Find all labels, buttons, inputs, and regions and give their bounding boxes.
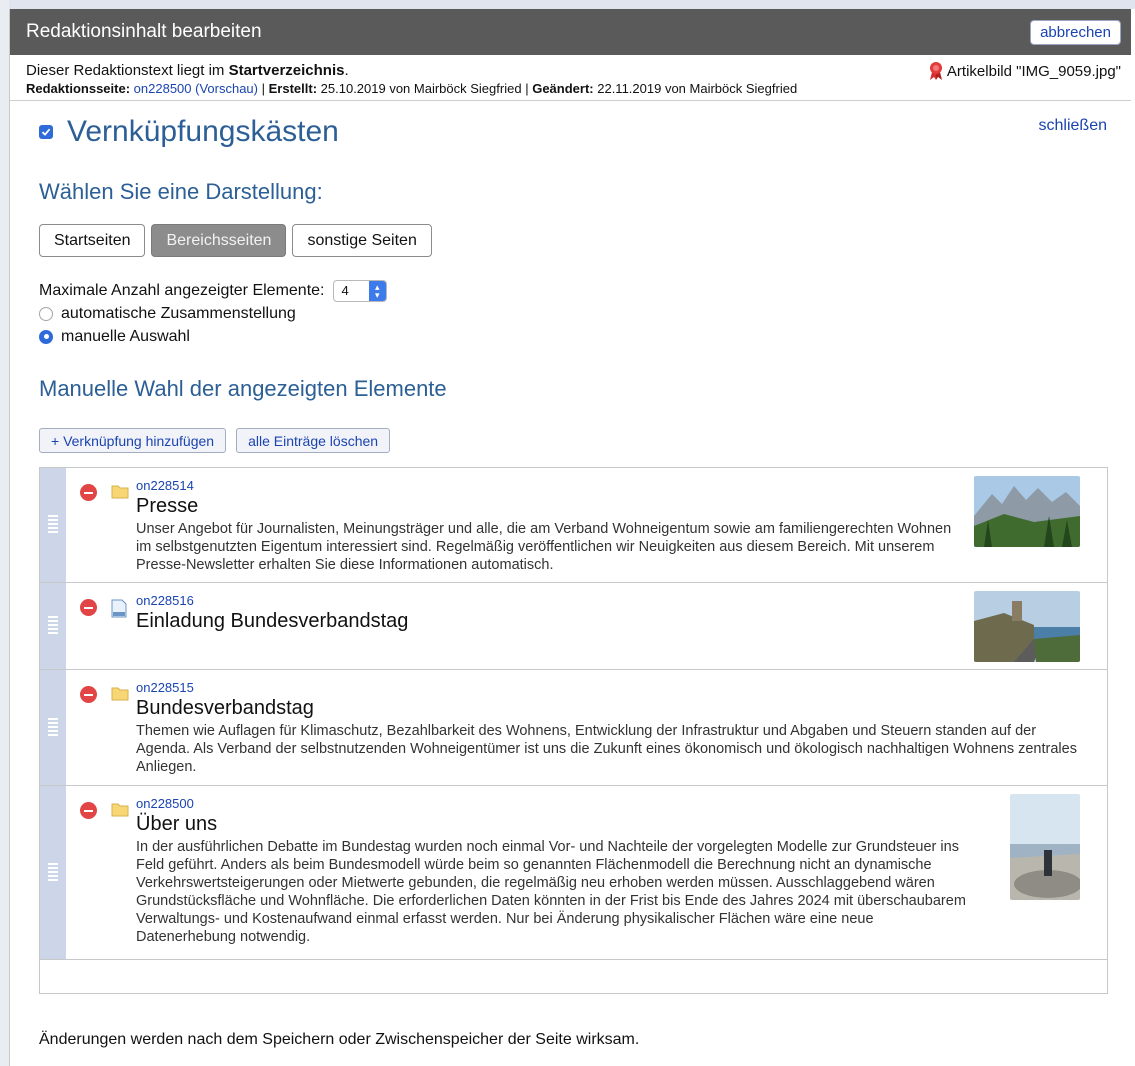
- item-description: Unser Angebot für Journalisten, Meinungs…: [136, 521, 952, 573]
- drag-handle[interactable]: [40, 670, 66, 785]
- list-actions: + Verknüpfung hinzufügen alle Einträge l…: [39, 428, 1102, 453]
- section-checkbox[interactable]: [39, 125, 53, 139]
- section-title: Vernküpfungskästen: [67, 115, 339, 148]
- page-link[interactable]: on228500 (Vorschau): [134, 81, 258, 96]
- background-strip-left: [0, 0, 9, 1066]
- item-thumbnail: [1010, 794, 1080, 900]
- footer-note: Änderungen werden nach dem Speichern ode…: [39, 1031, 640, 1048]
- display-option-sonstige-seiten[interactable]: sonstige Seiten: [292, 224, 432, 257]
- delete-icon[interactable]: [80, 686, 97, 703]
- drag-handle[interactable]: [40, 583, 66, 669]
- list-item: on228500 Über uns In der ausführlichen D…: [40, 786, 1107, 960]
- item-body: on228515 Bundesverbandstag Themen wie Au…: [136, 670, 1107, 785]
- manual-heading: Manuelle Wahl der angezeigten Elemente: [39, 376, 447, 401]
- radio-manual[interactable]: [39, 329, 53, 344]
- list-item: on228514 Presse Unser Angebot für Journa…: [40, 468, 1107, 583]
- max-elements-select[interactable]: 4 ▴ ▾: [332, 279, 387, 302]
- meta-location-suffix: .: [344, 62, 349, 79]
- item-title: Bundesverbandstag: [136, 697, 314, 719]
- meta-location: Startverzeichnis: [228, 62, 345, 79]
- award-ribbon-icon: [929, 62, 942, 80]
- item-thumbnail: [974, 476, 1080, 547]
- background-strip-top: [0, 0, 1135, 9]
- select-arrows-icon: ▴ ▾: [368, 280, 386, 301]
- created-label: Erstellt:: [268, 81, 318, 96]
- radio-auto-row[interactable]: automatische Zusammenstellung: [39, 302, 1102, 325]
- radio-auto[interactable]: [39, 306, 53, 321]
- item-code[interactable]: on228516: [136, 593, 967, 608]
- max-elements-row: Maximale Anzahl angezeigter Elemente: 4 …: [39, 279, 1102, 302]
- drag-handle[interactable]: [40, 786, 66, 959]
- dialog-title: Redaktionsinhalt bearbeiten: [26, 21, 262, 42]
- list-empty-row: [40, 960, 1107, 993]
- item-icons: [66, 583, 136, 669]
- display-selector: Startseiten Bereichsseiten sonstige Seit…: [39, 224, 1102, 257]
- meta-line-2: Redaktionsseite: on228500 (Vorschau) | E…: [26, 81, 1115, 96]
- edit-dialog: Redaktionsinhalt bearbeiten abbrechen Di…: [9, 9, 1131, 1066]
- item-description: In der ausführlichen Debatte im Bundesta…: [136, 839, 966, 945]
- cancel-button[interactable]: abbrechen: [1030, 19, 1121, 45]
- article-image-label: Artikelbild "IMG_9059.jpg": [946, 62, 1121, 80]
- item-description: Themen wie Auflagen für Klimaschutz, Bez…: [136, 723, 1077, 775]
- drag-handle[interactable]: [40, 468, 66, 582]
- item-body: on228514 Presse Unser Angebot für Journa…: [136, 468, 1107, 582]
- grip-icon: [48, 862, 58, 883]
- item-code[interactable]: on228500: [136, 796, 1081, 811]
- separator: |: [525, 81, 529, 96]
- display-option-bereichsseiten[interactable]: Bereichsseiten: [151, 224, 287, 257]
- options: Maximale Anzahl angezeigter Elemente: 4 …: [39, 279, 1102, 348]
- item-icons: [66, 670, 136, 785]
- meta-info: Dieser Redaktionstext liegt im Startverz…: [10, 55, 1131, 101]
- clear-all-button[interactable]: alle Einträge löschen: [236, 428, 391, 453]
- item-icons: [66, 786, 136, 959]
- created-value: 25.10.2019 von Mairböck Siegfried: [320, 81, 522, 96]
- add-link-button[interactable]: + Verknüpfung hinzufügen: [39, 428, 227, 453]
- folder-icon: [111, 485, 129, 499]
- linked-items-list: on228514 Presse Unser Angebot für Journa…: [39, 467, 1108, 994]
- item-title: Einladung Bundesverbandstag: [136, 610, 409, 632]
- document-icon: [111, 599, 127, 618]
- delete-icon[interactable]: [80, 484, 97, 501]
- meta-location-prefix: Dieser Redaktionstext liegt im: [26, 62, 225, 79]
- item-icons: [66, 468, 136, 582]
- grip-icon: [48, 515, 58, 535]
- item-code[interactable]: on228515: [136, 680, 1081, 695]
- section-header: Vernküpfungskästen: [39, 113, 1102, 151]
- close-link[interactable]: schließen: [1039, 117, 1107, 135]
- list-item: on228516 Einladung Bundesverbandstag: [40, 583, 1107, 670]
- item-body: on228516 Einladung Bundesverbandstag: [136, 583, 1107, 669]
- radio-manual-label: manuelle Auswahl: [61, 327, 190, 345]
- radio-manual-row[interactable]: manuelle Auswahl: [39, 325, 1102, 348]
- item-body: on228500 Über uns In der ausführlichen D…: [136, 786, 1107, 959]
- radio-auto-label: automatische Zusammenstellung: [61, 304, 296, 322]
- list-item: on228515 Bundesverbandstag Themen wie Au…: [40, 670, 1107, 786]
- main-content: schließen Vernküpfungskästen Wählen Sie …: [10, 113, 1131, 994]
- page-label: Redaktionsseite:: [26, 81, 131, 96]
- checkmark-icon: [41, 128, 51, 136]
- item-title: Über uns: [136, 813, 218, 835]
- changed-label: Geändert:: [532, 81, 594, 96]
- grip-icon: [48, 616, 58, 636]
- grip-icon: [48, 717, 58, 738]
- max-elements-label: Maximale Anzahl angezeigter Elemente:: [39, 281, 325, 299]
- delete-icon[interactable]: [80, 599, 97, 616]
- delete-icon[interactable]: [80, 802, 97, 819]
- item-title: Presse: [136, 495, 199, 517]
- folder-icon: [111, 687, 129, 701]
- separator: |: [261, 81, 265, 96]
- item-thumbnail: [974, 591, 1080, 662]
- display-option-startseiten[interactable]: Startseiten: [39, 224, 146, 257]
- changed-value: 22.11.2019 von Mairböck Siegfried: [597, 81, 798, 96]
- article-image-info: Artikelbild "IMG_9059.jpg": [928, 62, 1121, 80]
- max-elements-value: 4: [341, 283, 349, 298]
- dialog-titlebar: Redaktionsinhalt bearbeiten abbrechen: [10, 9, 1131, 55]
- item-code[interactable]: on228514: [136, 478, 967, 493]
- folder-icon: [111, 803, 129, 817]
- display-heading: Wählen Sie eine Darstellung:: [39, 179, 323, 204]
